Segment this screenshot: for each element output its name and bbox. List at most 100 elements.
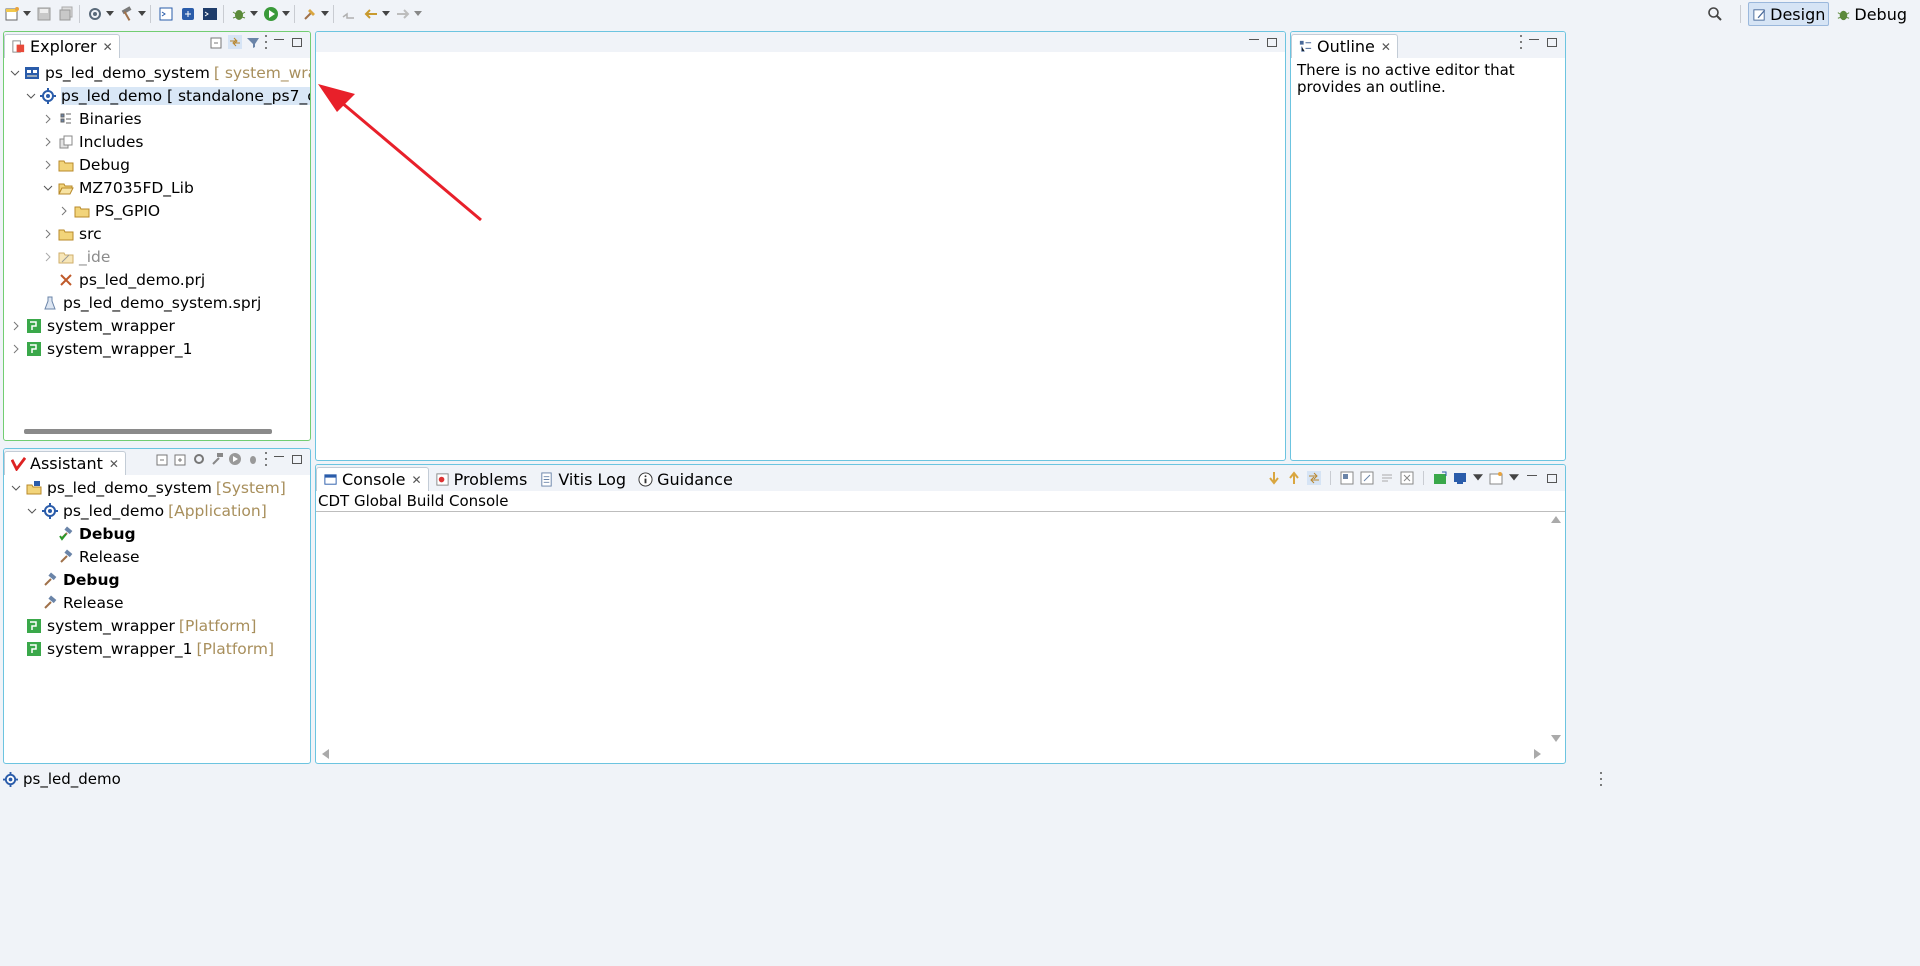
- tree-item-debug-folder[interactable]: Debug: [4, 153, 310, 176]
- remove-launch-icon[interactable]: [1400, 471, 1414, 485]
- view-menu-icon[interactable]: [1519, 35, 1523, 49]
- close-icon[interactable]: ✕: [109, 457, 119, 471]
- tree-item-src[interactable]: src: [4, 222, 310, 245]
- tab-outline[interactable]: Outline ✕: [1291, 34, 1398, 58]
- save-all-icon[interactable]: [56, 4, 76, 24]
- tree-item-ps-gpio[interactable]: PS_GPIO: [4, 199, 310, 222]
- assistant-item-app-debug[interactable]: Debug: [4, 522, 310, 545]
- console-output[interactable]: [316, 513, 1547, 745]
- tree-item-includes[interactable]: Includes: [4, 130, 310, 153]
- new-icon[interactable]: [2, 4, 22, 24]
- hammer-build-icon[interactable]: [210, 452, 224, 466]
- maximize-icon[interactable]: [1545, 471, 1559, 485]
- forward-icon[interactable]: [393, 4, 413, 24]
- terminal-icon[interactable]: [156, 4, 176, 24]
- run-dropdown[interactable]: [281, 4, 291, 24]
- scroll-right-arrow-icon[interactable]: [1534, 749, 1542, 759]
- status-bar-handle[interactable]: [1599, 772, 1603, 786]
- tree-item-ps-led-demo[interactable]: ps_led_demo [ standalone_ps7_cortexa9_0: [4, 84, 310, 107]
- close-icon[interactable]: ✕: [1381, 40, 1391, 54]
- minimize-icon[interactable]: [1247, 35, 1261, 49]
- scroll-lock-icon[interactable]: [1307, 471, 1321, 485]
- assistant-item-ps-led-demo-system[interactable]: ps_led_demo_system [System]: [4, 476, 310, 499]
- assistant-item-system-wrapper[interactable]: system_wrapper [Platform]: [4, 614, 310, 637]
- build-dropdown[interactable]: [137, 4, 147, 24]
- assistant-item-ps-led-demo[interactable]: ps_led_demo [Application]: [4, 499, 310, 522]
- last-edit-icon[interactable]: [339, 4, 359, 24]
- maximize-icon[interactable]: [290, 35, 304, 49]
- debug-bug-icon[interactable]: [229, 4, 249, 24]
- scroll-up-icon[interactable]: [1287, 471, 1301, 485]
- run-icon[interactable]: [228, 452, 242, 466]
- chevron-right-icon[interactable]: [42, 228, 54, 240]
- assistant-item-app-release[interactable]: Release: [4, 545, 310, 568]
- search-icon[interactable]: [1705, 4, 1725, 24]
- new-dropdown[interactable]: [22, 4, 32, 24]
- tree-item-system-sprj[interactable]: ps_led_demo_system.sprj: [4, 291, 310, 314]
- scroll-down-arrow-icon[interactable]: [1551, 735, 1561, 743]
- clear-console-icon[interactable]: [1340, 471, 1354, 485]
- chevron-down-icon[interactable]: [26, 505, 38, 517]
- back-icon[interactable]: [361, 4, 381, 24]
- minimize-icon[interactable]: [1525, 471, 1539, 485]
- tab-vitis-log[interactable]: Vitis Log: [533, 467, 632, 491]
- close-icon[interactable]: ✕: [103, 40, 113, 54]
- chevron-right-icon[interactable]: [10, 320, 22, 332]
- display-console-icon[interactable]: [1453, 471, 1467, 485]
- program-device-icon[interactable]: [178, 4, 198, 24]
- debug-perspective-button[interactable]: Debug: [1833, 3, 1910, 25]
- view-menu-icon[interactable]: [264, 452, 268, 466]
- scroll-left-arrow-icon[interactable]: [321, 749, 329, 759]
- assistant-item-system-wrapper-1[interactable]: system_wrapper_1 [Platform]: [4, 637, 310, 660]
- chevron-right-icon[interactable]: [58, 205, 70, 217]
- tree-item-ps-led-demo-prj[interactable]: ps_led_demo.prj: [4, 268, 310, 291]
- chevron-right-icon[interactable]: [42, 136, 54, 148]
- word-wrap-icon[interactable]: [1380, 471, 1394, 485]
- collapse-all-icon[interactable]: [210, 35, 224, 49]
- tree-item-system-wrapper[interactable]: system_wrapper: [4, 314, 310, 337]
- tree-item-ps-led-demo-system[interactable]: ps_led_demo_system [ system_wrapper ]: [4, 61, 310, 84]
- external-tools-dropdown[interactable]: [320, 4, 330, 24]
- scroll-up-arrow-icon[interactable]: [1551, 515, 1561, 523]
- chevron-right-icon[interactable]: [42, 113, 54, 125]
- tab-console[interactable]: Console ✕: [316, 467, 429, 491]
- chevron-down-icon[interactable]: [42, 182, 54, 194]
- assistant-item-system-debug[interactable]: Debug: [4, 568, 310, 591]
- new-console-dropdown[interactable]: [1509, 468, 1519, 488]
- tab-explorer[interactable]: Explorer ✕: [4, 34, 120, 58]
- horizontal-scrollbar[interactable]: [24, 429, 272, 434]
- horizontal-scrollbar[interactable]: [316, 745, 1547, 763]
- tab-problems[interactable]: Problems: [429, 467, 534, 491]
- chevron-down-icon[interactable]: [26, 90, 36, 102]
- minimize-icon[interactable]: [1527, 35, 1541, 49]
- open-console-icon[interactable]: [1433, 471, 1447, 485]
- chevron-right-icon[interactable]: [42, 159, 54, 171]
- build-config-dropdown[interactable]: [105, 4, 115, 24]
- new-console-icon[interactable]: [1489, 471, 1503, 485]
- close-icon[interactable]: ✕: [412, 473, 422, 487]
- chevron-down-icon[interactable]: [10, 67, 20, 79]
- hammer-build-icon[interactable]: [117, 4, 137, 24]
- settings-gear-icon[interactable]: [192, 452, 206, 466]
- minimize-icon[interactable]: [272, 35, 286, 49]
- tree-item-system-wrapper-1[interactable]: system_wrapper_1: [4, 337, 310, 360]
- minimize-icon[interactable]: [272, 452, 286, 466]
- vertical-scrollbar[interactable]: [1547, 513, 1565, 745]
- chevron-down-icon[interactable]: [10, 482, 22, 494]
- tree-item-ide[interactable]: _ide: [4, 245, 310, 268]
- save-icon[interactable]: [34, 4, 54, 24]
- scroll-down-icon[interactable]: [1267, 471, 1281, 485]
- chevron-right-icon[interactable]: [10, 343, 22, 355]
- build-config-icon[interactable]: [85, 4, 105, 24]
- external-tools-icon[interactable]: [300, 4, 320, 24]
- tab-assistant[interactable]: Assistant ✕: [4, 451, 126, 475]
- link-with-editor-icon[interactable]: [228, 35, 242, 49]
- maximize-icon[interactable]: [1545, 35, 1559, 49]
- maximize-icon[interactable]: [1265, 35, 1279, 49]
- design-perspective-button[interactable]: Design: [1748, 2, 1830, 26]
- tree-item-binaries[interactable]: Binaries: [4, 107, 310, 130]
- forward-dropdown[interactable]: [413, 4, 423, 24]
- collapse-all-icon[interactable]: [156, 452, 170, 466]
- pin-console-icon[interactable]: [1360, 471, 1374, 485]
- debug-bug-icon[interactable]: [246, 452, 260, 466]
